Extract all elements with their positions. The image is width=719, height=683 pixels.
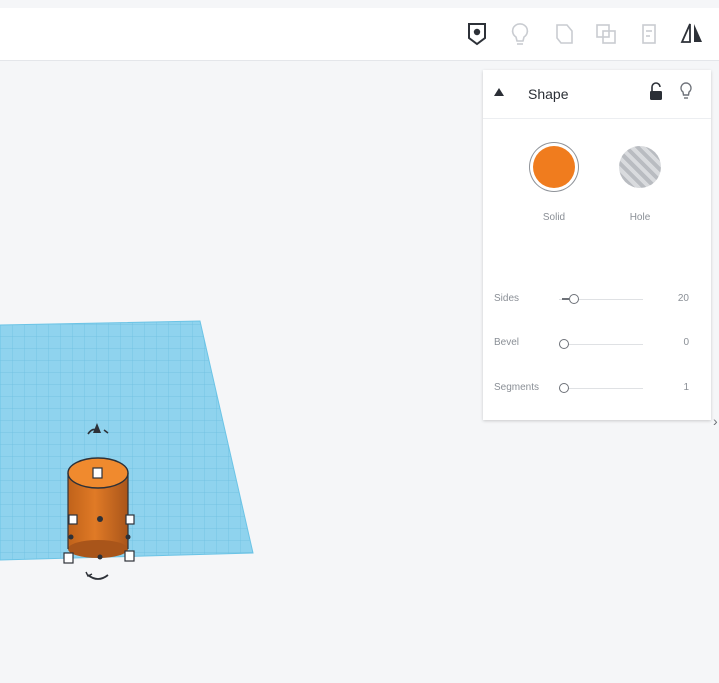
solid-color-swatch[interactable] (533, 146, 575, 188)
shape-panel: Shape Solid Hole Sides 20 Bevel 0 Segmen… (483, 70, 711, 420)
ungroup-icon[interactable] (591, 18, 621, 50)
sides-slider-fill (562, 298, 569, 300)
hole-label: Hole (629, 212, 651, 223)
corner-dot-right[interactable] (125, 534, 131, 540)
bevel-label: Bevel (494, 337, 520, 348)
bevel-slider-knob[interactable] (559, 339, 569, 349)
sides-label: Sides (494, 293, 520, 304)
light-bulb-icon[interactable] (505, 18, 535, 50)
bottom-dot[interactable] (97, 554, 103, 560)
collapse-triangle-icon[interactable] (493, 86, 505, 98)
panel-expand-arrow-icon[interactable]: › (713, 413, 718, 429)
corner-dot-left[interactable] (68, 534, 74, 540)
mirror-icon[interactable] (677, 18, 707, 50)
segments-slider-track[interactable] (559, 388, 643, 389)
bevel-value[interactable]: 0 (673, 337, 689, 348)
sides-value[interactable]: 20 (673, 293, 689, 304)
align-icon[interactable] (634, 18, 664, 50)
rotate-handle-bottom[interactable] (85, 571, 109, 580)
shape-panel-header: Shape (483, 70, 711, 119)
corner-handle-left[interactable] (63, 552, 74, 564)
corner-handle-right[interactable] (124, 550, 135, 562)
segments-value[interactable]: 1 (673, 382, 689, 393)
center-handle[interactable] (97, 516, 103, 522)
note-pin-icon[interactable] (462, 18, 492, 50)
side-handle-right[interactable] (125, 514, 135, 525)
height-handle[interactable] (92, 467, 103, 479)
segments-label: Segments (494, 382, 540, 393)
segments-slider-knob[interactable] (559, 383, 569, 393)
side-handle-left[interactable] (68, 514, 78, 525)
unlock-icon[interactable] (649, 82, 663, 102)
panel-title: Shape (528, 86, 569, 102)
sides-slider-knob[interactable] (569, 294, 579, 304)
solid-label: Solid (542, 212, 566, 223)
top-toolbar (0, 8, 719, 61)
hole-swatch[interactable] (619, 146, 661, 188)
bevel-slider-track[interactable] (559, 344, 643, 345)
group-icon[interactable] (549, 18, 579, 50)
light-bulb-icon[interactable] (679, 81, 693, 103)
